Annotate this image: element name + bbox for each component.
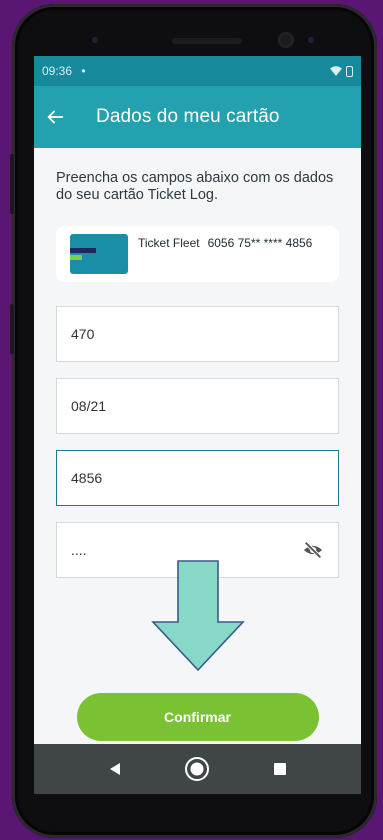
square-recents-icon (273, 763, 286, 775)
circle-home-icon (185, 757, 210, 781)
wifi-icon (330, 66, 342, 76)
volume-button (10, 154, 14, 214)
card-summary: Ticket Fleet 6056 75** **** 4856 (56, 226, 339, 282)
form-content: Preencha os campos abaixo com os dados d… (34, 148, 361, 578)
side-button (10, 304, 14, 354)
field-3-input[interactable] (71, 470, 324, 486)
status-time: 09:36 (42, 64, 73, 78)
status-notification-dot: • (81, 64, 86, 78)
field-1[interactable] (56, 306, 339, 362)
instructions-text: Preencha os campos abaixo com os dados d… (56, 170, 334, 203)
nav-back-button[interactable] (102, 756, 128, 782)
app-bar: Dados do meu cartão (34, 86, 361, 148)
proximity-sensor (308, 37, 314, 43)
front-camera (278, 32, 294, 48)
field-1-input[interactable] (71, 326, 324, 342)
field-2[interactable] (56, 378, 339, 434)
triangle-back-icon (110, 763, 121, 775)
password-input[interactable] (71, 542, 302, 558)
down-arrow-annotation-icon (151, 560, 245, 672)
field-3[interactable] (56, 450, 339, 506)
android-nav-bar (34, 744, 361, 794)
card-thumbnail (70, 234, 128, 274)
confirm-button[interactable]: Confirmar (76, 693, 319, 741)
card-name: Ticket Fleet (138, 236, 200, 250)
nav-recents-button[interactable] (267, 756, 293, 782)
back-arrow-icon[interactable] (44, 106, 66, 128)
page-title: Dados do meu cartão (96, 106, 280, 127)
card-info: Ticket Fleet 6056 75** **** 4856 (138, 236, 312, 250)
eye-off-icon[interactable] (302, 539, 324, 561)
light-sensor (92, 37, 98, 43)
field-2-input[interactable] (71, 398, 324, 414)
app-screen: 09:36 • Dados do meu cartão Preencha os … (34, 56, 361, 794)
status-bar: 09:36 • (34, 56, 361, 86)
battery-icon (346, 65, 353, 77)
earpiece-speaker (172, 38, 242, 44)
nav-home-button[interactable] (184, 756, 210, 782)
card-number: 6056 75** **** 4856 (207, 236, 313, 250)
